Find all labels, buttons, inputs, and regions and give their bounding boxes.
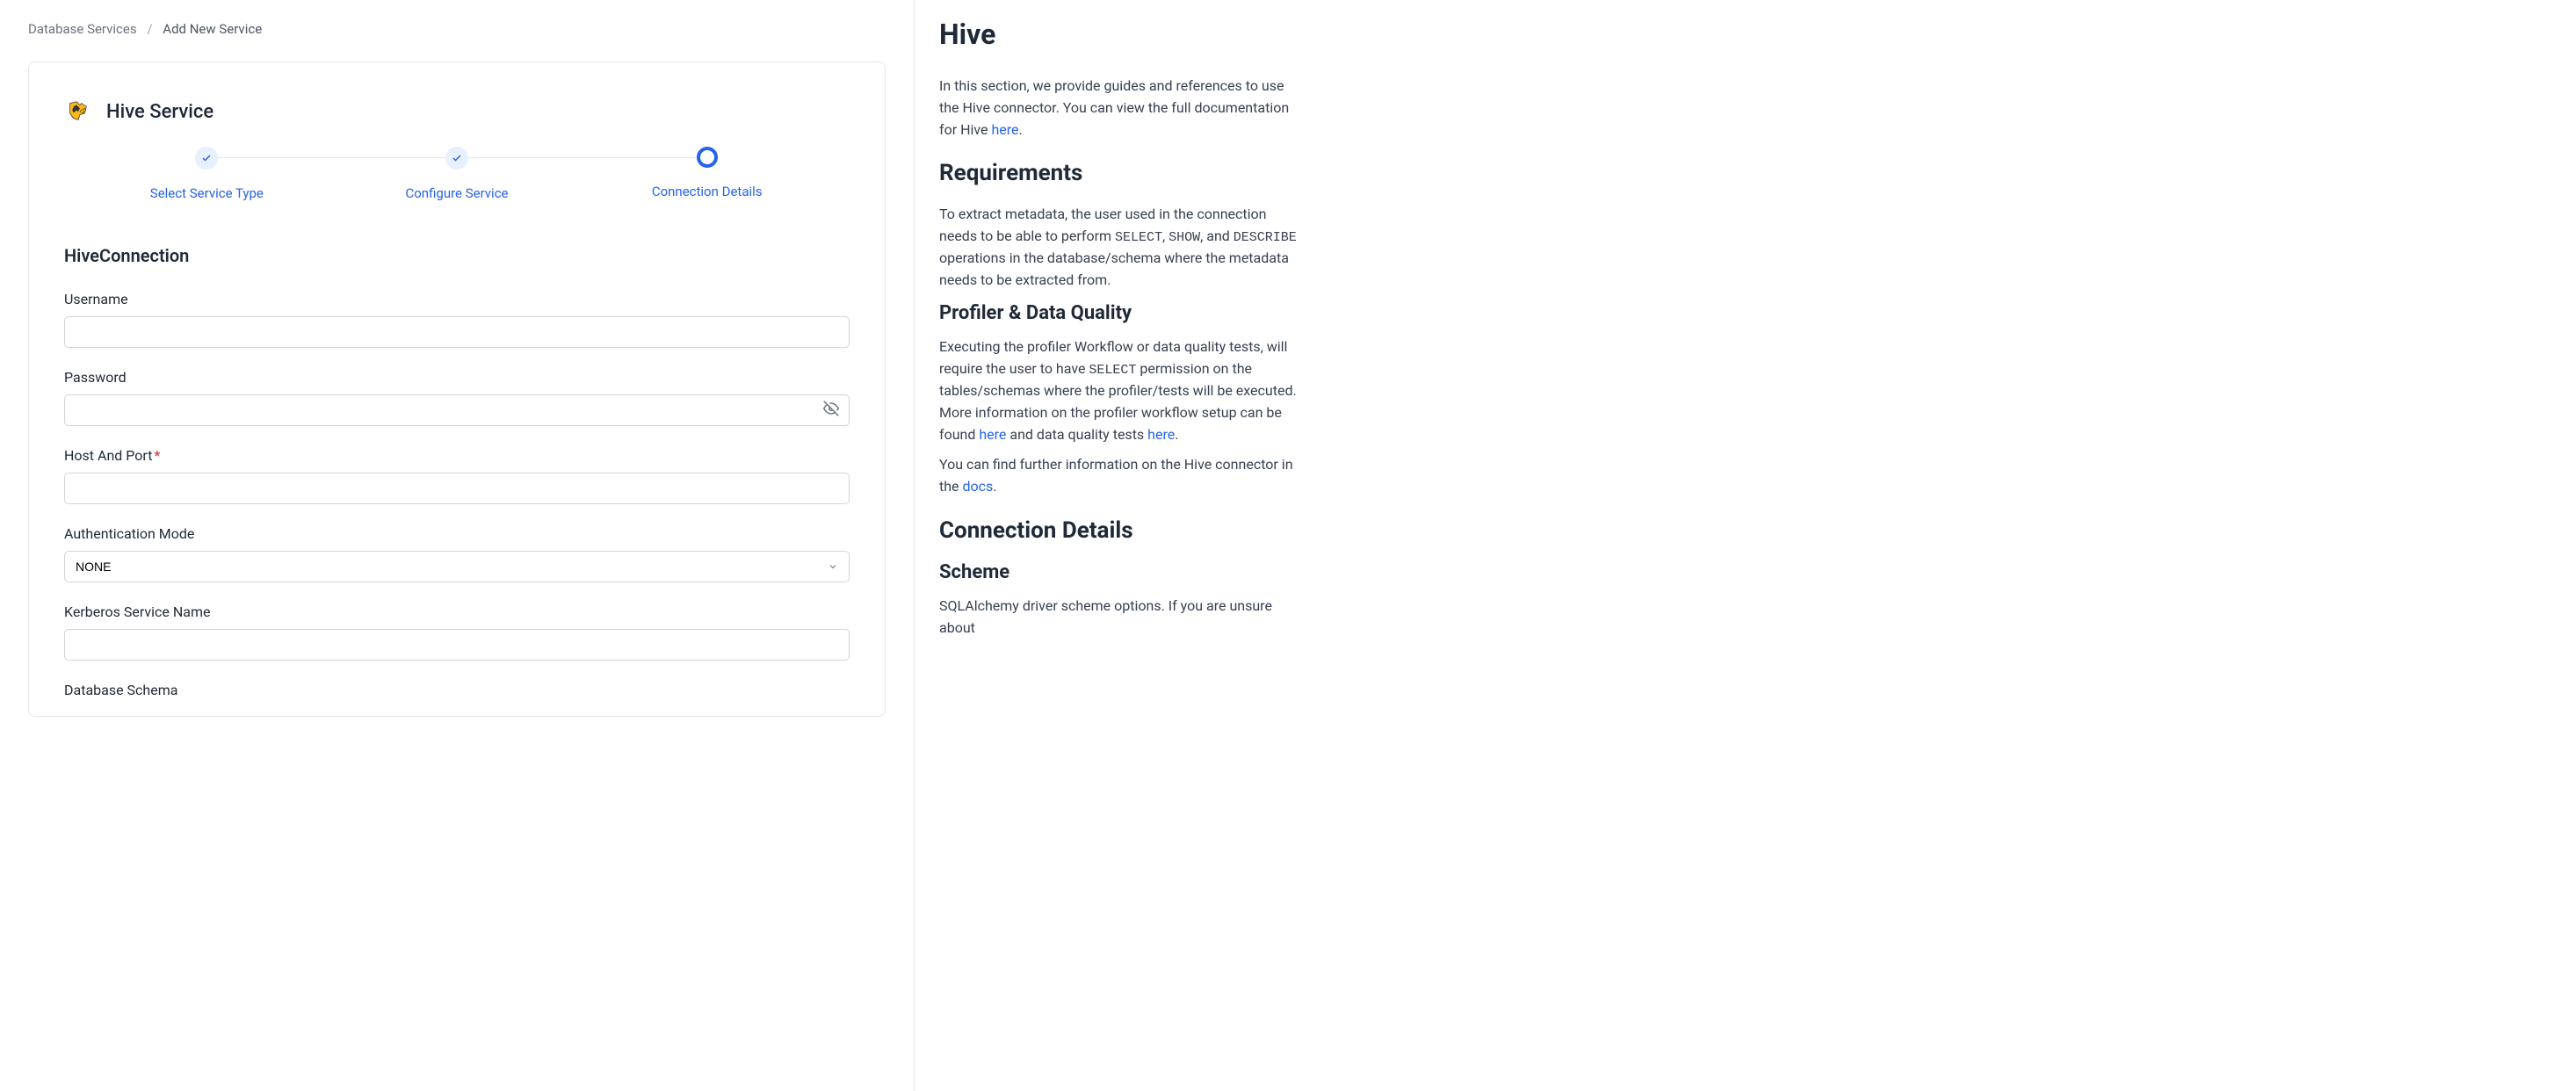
requirements-heading: Requirements	[939, 160, 1303, 186]
username-input[interactable]	[64, 316, 850, 348]
connection-details-heading: Connection Details	[939, 517, 1303, 544]
service-card: Hive Service Select Service Type Configu…	[28, 61, 886, 717]
docs-link[interactable]: docs	[963, 478, 994, 495]
doc-sidebar: Hive In this section, we provide guides …	[914, 0, 1328, 1091]
step-configure-service[interactable]: Configure Service	[332, 147, 582, 201]
step-label: Connection Details	[652, 184, 763, 199]
step-select-service-type[interactable]: Select Service Type	[82, 147, 332, 201]
breadcrumb-parent[interactable]: Database Services	[28, 21, 137, 37]
further-info-text: You can find further information on the …	[939, 454, 1303, 498]
breadcrumb-separator: /	[147, 21, 152, 37]
eye-slash-icon[interactable]	[823, 401, 839, 420]
password-label: Password	[64, 369, 850, 386]
required-mark: *	[154, 447, 160, 464]
host-port-group: Host And Port*	[64, 447, 850, 504]
auth-mode-select[interactable]: NONE	[64, 551, 850, 582]
db-schema-label: Database Schema	[64, 682, 850, 698]
code-select: SELECT	[1115, 230, 1162, 245]
profiler-heading: Profiler & Data Quality	[939, 302, 1303, 324]
kerberos-label: Kerberos Service Name	[64, 603, 850, 620]
username-label: Username	[64, 291, 850, 307]
password-input[interactable]	[64, 394, 850, 426]
stepper: Select Service Type Configure Service Co…	[82, 147, 832, 201]
main-content: Database Services / Add New Service Hive…	[0, 0, 914, 1091]
requirements-text: To extract metadata, the user used in th…	[939, 204, 1303, 292]
doc-intro: In this section, we provide guides and r…	[939, 76, 1303, 141]
current-step-icon	[697, 147, 718, 168]
scheme-text: SQLAlchemy driver scheme options. If you…	[939, 596, 1303, 639]
host-port-input[interactable]	[64, 473, 850, 504]
auth-mode-label: Authentication Mode	[64, 525, 850, 542]
code-show: SHOW	[1169, 230, 1200, 245]
kerberos-input[interactable]	[64, 629, 850, 661]
username-group: Username	[64, 291, 850, 348]
form-section-title: HiveConnection	[64, 245, 850, 266]
service-header: Hive Service	[64, 98, 850, 126]
breadcrumb: Database Services / Add New Service	[28, 21, 886, 37]
step-connection-details[interactable]: Connection Details	[582, 147, 832, 199]
code-describe: DESCRIBE	[1234, 230, 1297, 245]
doc-here-link[interactable]: here	[991, 121, 1018, 138]
profiler-text: Executing the profiler Workflow or data …	[939, 336, 1303, 445]
step-label: Configure Service	[405, 185, 508, 201]
step-connector-2	[457, 157, 707, 158]
kerberos-group: Kerberos Service Name	[64, 603, 850, 661]
password-group: Password	[64, 369, 850, 426]
scheme-heading: Scheme	[939, 561, 1303, 583]
doc-title: Hive	[939, 18, 1303, 51]
profiler-here-link[interactable]: here	[979, 426, 1006, 443]
code-select-2: SELECT	[1089, 363, 1136, 378]
auth-mode-group: Authentication Mode NONE	[64, 525, 850, 582]
check-icon	[445, 147, 468, 170]
host-port-label: Host And Port*	[64, 447, 850, 464]
hive-icon	[64, 98, 92, 126]
breadcrumb-current: Add New Service	[163, 21, 262, 37]
step-connector-1	[206, 157, 457, 158]
check-icon	[195, 147, 218, 170]
dq-here-link[interactable]: here	[1147, 426, 1175, 443]
service-title: Hive Service	[106, 101, 213, 123]
step-label: Select Service Type	[150, 185, 264, 201]
